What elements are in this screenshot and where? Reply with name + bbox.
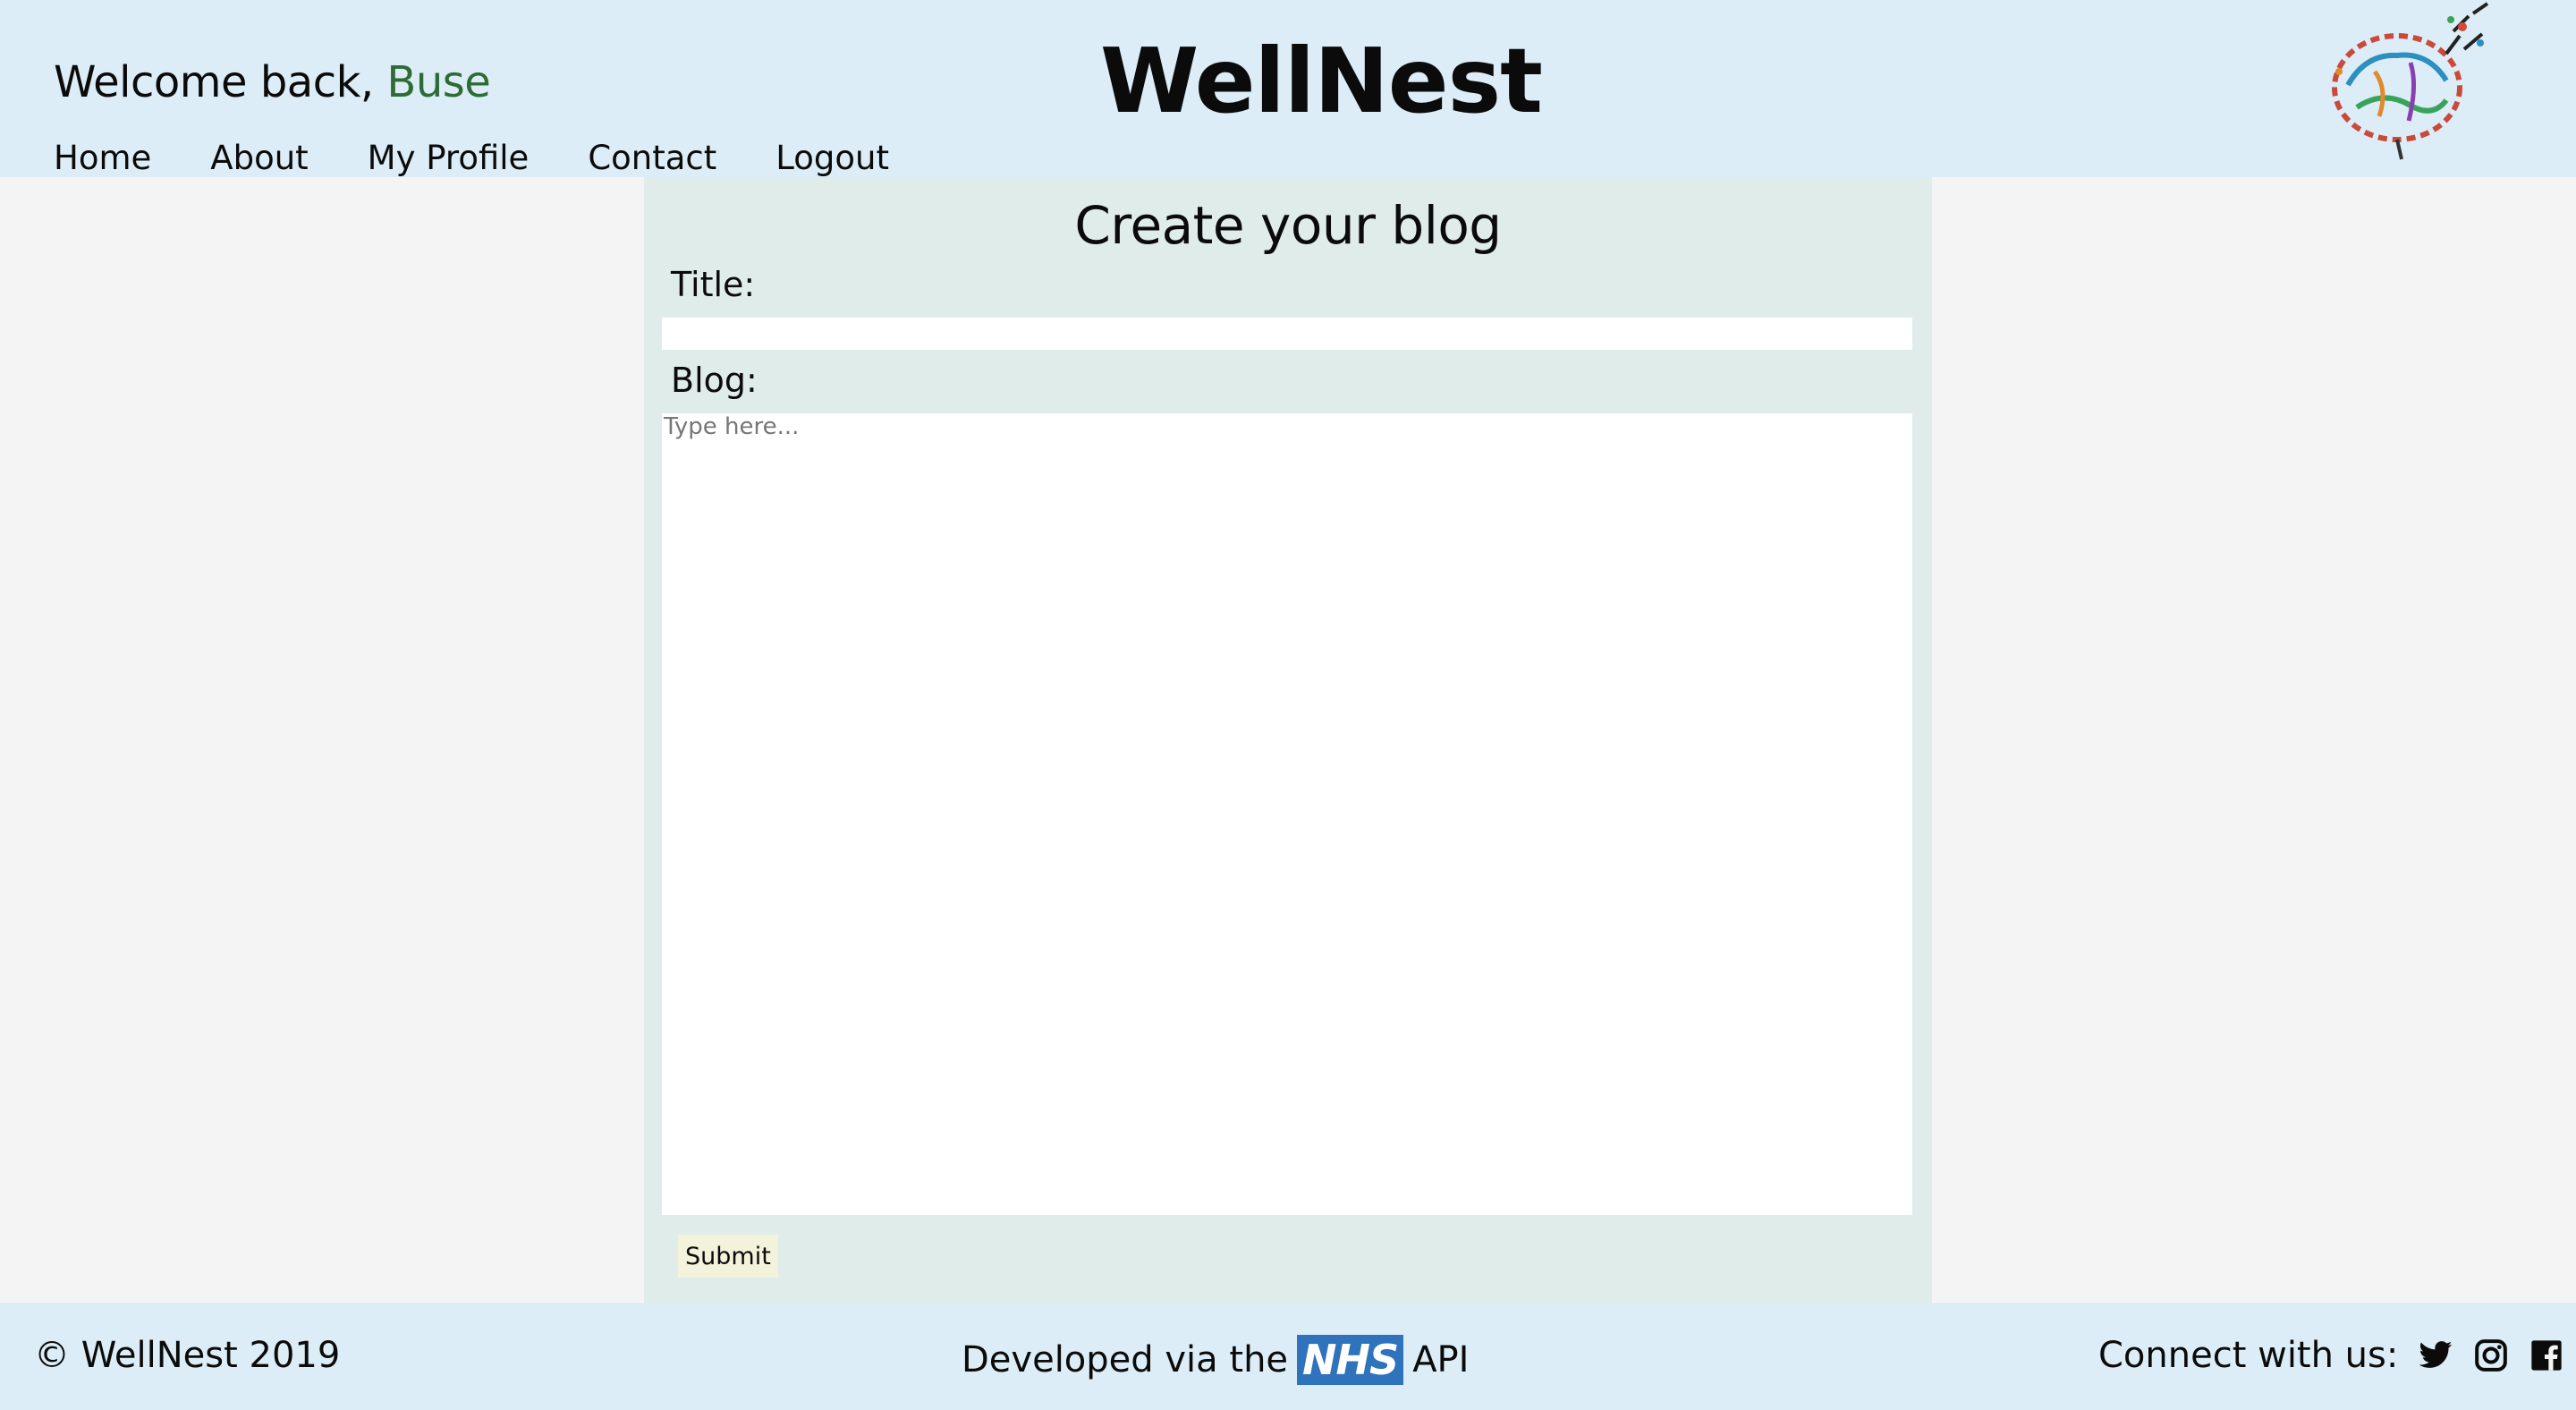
- nav-contact[interactable]: Contact: [588, 139, 716, 178]
- blog-label: Blog:: [671, 361, 758, 400]
- site-header: Welcome back, Buse WellNest Home About M…: [0, 0, 2576, 177]
- nav-home[interactable]: Home: [54, 139, 151, 178]
- connect-label: Connect with us:: [2098, 1335, 2399, 1376]
- title-input[interactable]: [662, 318, 1912, 350]
- main-nav: Home About My Profile Contact Logout: [54, 139, 948, 178]
- copyright: © WellNest 2019: [34, 1335, 341, 1376]
- welcome-message: Welcome back, Buse: [54, 57, 491, 107]
- instagram-icon[interactable]: [2473, 1338, 2509, 1373]
- nav-my-profile[interactable]: My Profile: [368, 139, 530, 178]
- title-label: Title:: [671, 265, 756, 304]
- username: Buse: [386, 57, 491, 107]
- blog-form-panel: Create your blog Title: Blog: Submit: [644, 177, 1932, 1303]
- facebook-icon[interactable]: [2529, 1338, 2564, 1373]
- brain-logo-icon[interactable]: [2312, 0, 2496, 166]
- submit-button[interactable]: Submit: [678, 1235, 778, 1278]
- developed-prefix: Developed via the: [962, 1339, 1289, 1380]
- site-footer: © WellNest 2019 Developed via the NHS AP…: [0, 1303, 2576, 1410]
- nhs-logo[interactable]: NHS: [1297, 1335, 1404, 1385]
- nav-about[interactable]: About: [210, 139, 308, 178]
- welcome-prefix: Welcome back,: [54, 57, 387, 107]
- site-title: WellNest: [1100, 29, 1543, 133]
- blog-textarea[interactable]: [662, 413, 1912, 1215]
- developed-via: Developed via the NHS API: [962, 1335, 1469, 1385]
- developed-suffix: API: [1412, 1339, 1470, 1380]
- form-heading: Create your blog: [1074, 195, 1502, 256]
- nav-logout[interactable]: Logout: [775, 139, 889, 178]
- connect-section: Connect with us:: [2098, 1335, 2564, 1376]
- twitter-icon[interactable]: [2418, 1338, 2453, 1373]
